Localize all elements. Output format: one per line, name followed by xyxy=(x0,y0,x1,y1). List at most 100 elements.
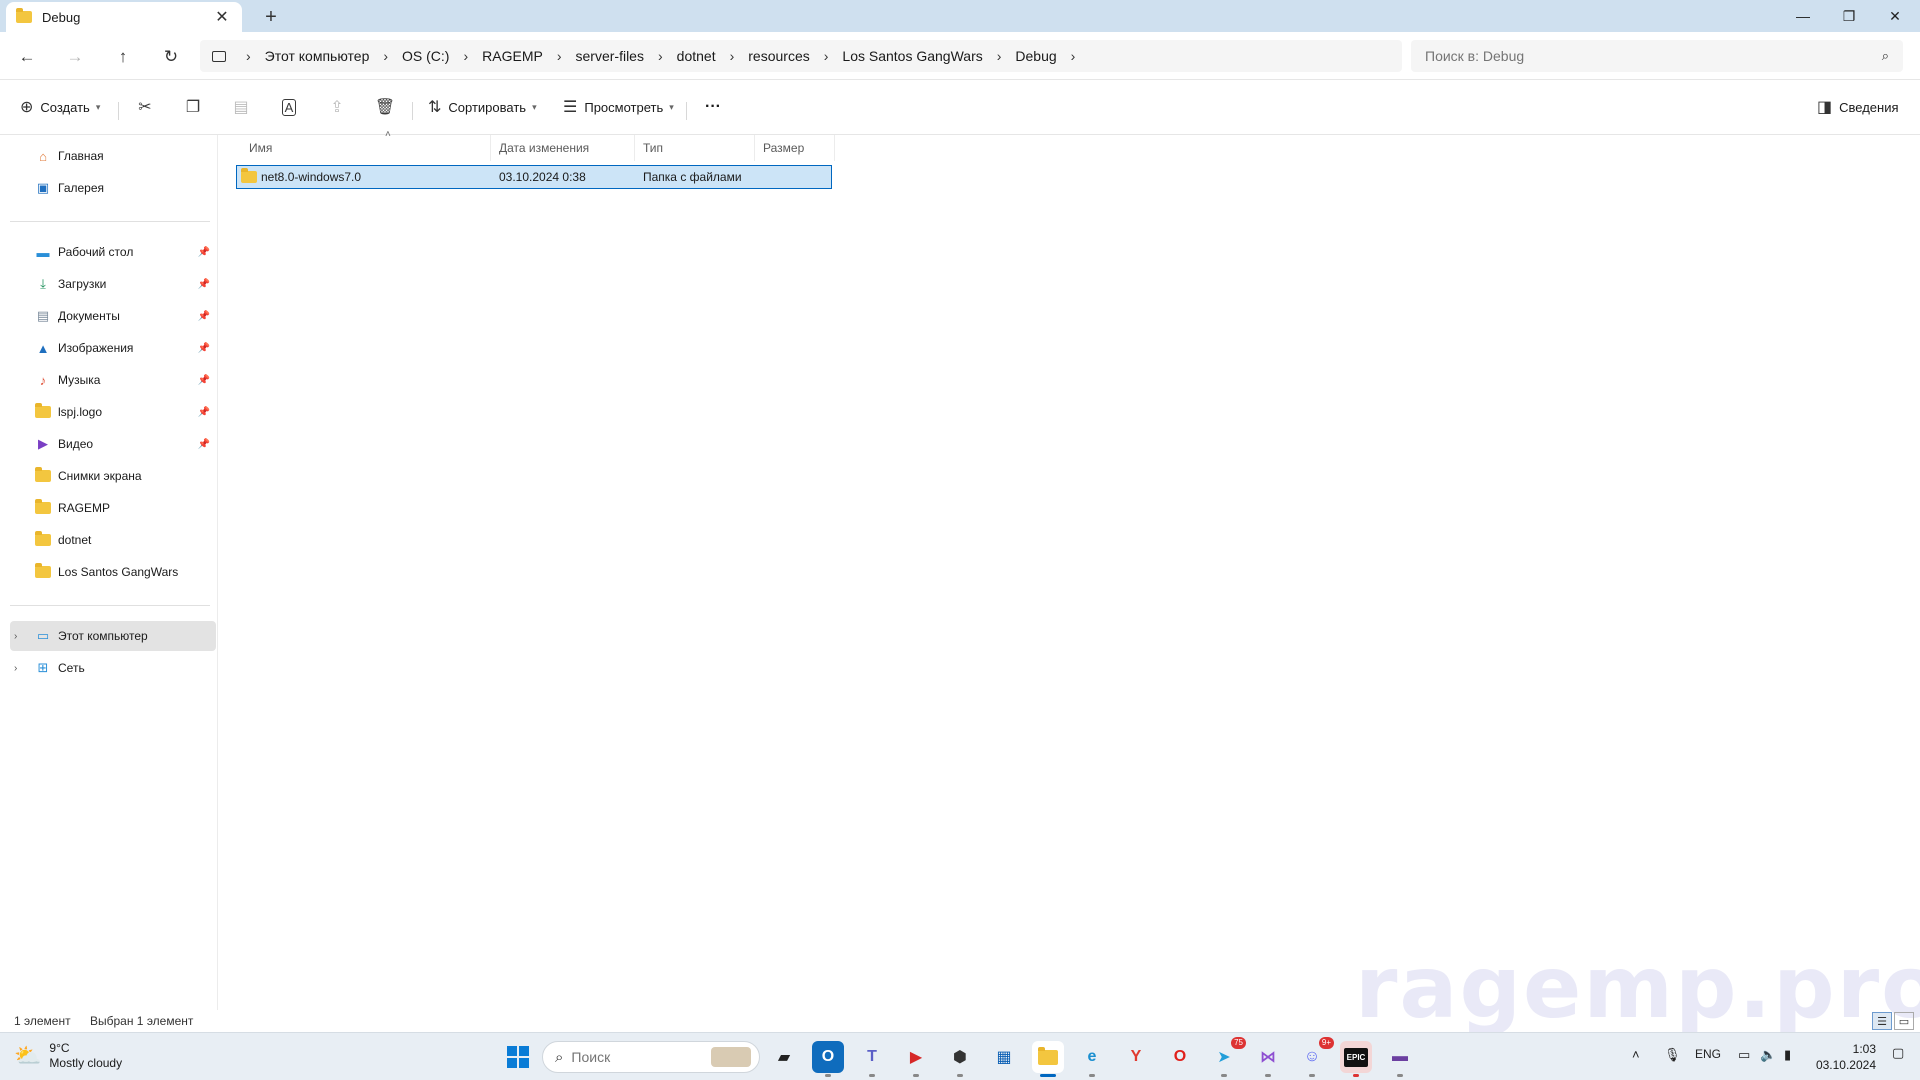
forward-button[interactable]: → xyxy=(60,42,90,72)
sidebar-item-screenshots[interactable]: Снимки экрана xyxy=(10,461,216,491)
battery-icon[interactable]: ▮ xyxy=(1784,1047,1791,1063)
rename-button[interactable]: A xyxy=(274,92,304,122)
chevron-right-icon[interactable]: › xyxy=(455,48,476,64)
search-input[interactable] xyxy=(1425,48,1882,64)
chevron-right-icon[interactable]: › xyxy=(722,48,743,64)
notification-icon[interactable]: ▢ xyxy=(1892,1045,1904,1061)
pin-icon[interactable]: 📌 xyxy=(198,343,210,354)
chevron-right-icon[interactable]: › xyxy=(14,631,17,642)
cut-button[interactable]: ✂ xyxy=(130,92,160,122)
column-header-name[interactable]: ˄ Имя xyxy=(241,129,491,161)
sidebar-item-lspj-logo[interactable]: lspj.logo 📌 xyxy=(10,397,216,427)
sort-button[interactable]: ⇅ Сортировать ▾ xyxy=(428,92,537,122)
file-explorer-app[interactable] xyxy=(1032,1041,1064,1077)
discord-app[interactable]: ☺ 9+ xyxy=(1296,1037,1334,1077)
paste-button[interactable]: ▤ xyxy=(226,92,256,122)
pin-icon[interactable]: 📌 xyxy=(198,375,210,386)
volume-icon[interactable]: 🔈 xyxy=(1760,1047,1776,1063)
tiles-view-button[interactable]: ▭ xyxy=(1894,1012,1914,1030)
pin-icon[interactable]: 📌 xyxy=(198,247,210,258)
restore-button[interactable]: ❐ xyxy=(1826,0,1872,32)
outlook-app[interactable]: O xyxy=(812,1041,844,1077)
chevron-up-icon[interactable]: ˄ xyxy=(1632,1047,1640,1062)
chevron-right-icon[interactable]: › xyxy=(375,48,396,64)
chevron-right-icon[interactable]: › xyxy=(549,48,570,64)
chevron-right-icon[interactable]: › xyxy=(14,663,17,674)
sidebar-item-downloads[interactable]: ⤓ Загрузки 📌 xyxy=(10,269,216,299)
weather-widget[interactable]: ⛅ 9°C Mostly cloudy xyxy=(14,1041,122,1071)
edge-app[interactable]: e xyxy=(1076,1041,1108,1077)
yandex-app[interactable]: Y xyxy=(1120,1041,1152,1073)
terminal-app[interactable]: ▬ xyxy=(1384,1041,1416,1077)
media-player-app[interactable]: ▶ xyxy=(900,1041,932,1077)
address-bar[interactable]: › Этот компьютер › OS (C:) › RAGEMP › se… xyxy=(200,40,1402,72)
taskbar-search-input[interactable] xyxy=(571,1049,682,1065)
delete-button[interactable]: 🗑 xyxy=(370,92,400,122)
sidebar-item-gallery[interactable]: ▣ Галерея xyxy=(10,173,216,203)
pin-icon[interactable]: 📌 xyxy=(198,279,210,290)
sidebar-item-network[interactable]: › ⊞ Сеть xyxy=(10,653,216,683)
visual-studio-app[interactable]: ⋈ xyxy=(1252,1041,1284,1077)
breadcrumb-ragemp[interactable]: RAGEMP xyxy=(476,48,549,64)
pin-icon[interactable]: 📌 xyxy=(198,439,210,450)
up-button[interactable]: ↑ xyxy=(108,42,138,72)
start-button[interactable] xyxy=(502,1041,534,1073)
microphone-icon[interactable]: 🎙 xyxy=(1664,1047,1681,1063)
chevron-right-icon[interactable]: › xyxy=(816,48,837,64)
task-view-button[interactable]: ▰ xyxy=(768,1041,800,1073)
teams-app[interactable]: T xyxy=(856,1041,888,1077)
clock[interactable]: 1:03 03.10.2024 xyxy=(1810,1041,1876,1073)
chevron-right-icon[interactable]: › xyxy=(1063,48,1084,64)
unity-app[interactable]: ⬢ xyxy=(944,1041,976,1077)
sidebar-item-music[interactable]: ♪ Музыка 📌 xyxy=(10,365,216,395)
store-app[interactable]: ▦ xyxy=(988,1041,1020,1073)
sidebar-item-videos[interactable]: ▶ Видео 📌 xyxy=(10,429,216,459)
minimize-button[interactable]: — xyxy=(1780,0,1826,32)
breadcrumb-resources[interactable]: resources xyxy=(742,48,815,64)
search-icon[interactable]: ⌕ xyxy=(1882,48,1889,64)
view-button[interactable]: ☰ Просмотреть ▾ xyxy=(563,92,674,122)
tab-debug[interactable]: Debug ✕ xyxy=(6,2,242,32)
pin-icon[interactable]: 📌 xyxy=(198,311,210,322)
column-header-date[interactable]: Дата изменения xyxy=(491,135,635,161)
file-row[interactable]: net8.0-windows7.0 03.10.2024 0:38 Папка … xyxy=(236,165,832,189)
language-indicator[interactable]: ENG xyxy=(1695,1047,1721,1061)
chevron-right-icon[interactable]: › xyxy=(238,48,259,64)
search-box[interactable]: ⌕ xyxy=(1411,40,1903,72)
sidebar-item-pictures[interactable]: ▲ Изображения 📌 xyxy=(10,333,216,363)
details-button[interactable]: ◨ Сведения xyxy=(1817,92,1899,122)
breadcrumb-debug[interactable]: Debug xyxy=(1009,48,1062,64)
breadcrumb-this-pc[interactable]: Этот компьютер xyxy=(259,48,376,64)
sidebar-item-documents[interactable]: ▤ Документы 📌 xyxy=(10,301,216,331)
sidebar-item-ragemp[interactable]: RAGEMP xyxy=(10,493,216,523)
chevron-right-icon[interactable]: › xyxy=(989,48,1010,64)
column-header-type[interactable]: Тип xyxy=(635,135,755,161)
back-button[interactable]: ← xyxy=(12,42,42,72)
network-status-icon[interactable]: ▭ xyxy=(1738,1047,1750,1063)
epic-games-app[interactable]: EPIC xyxy=(1340,1041,1372,1077)
chevron-right-icon[interactable]: › xyxy=(650,48,671,64)
column-header-size[interactable]: Размер xyxy=(755,135,835,161)
sidebar-item-this-pc[interactable]: › ▭ Этот компьютер xyxy=(10,621,216,651)
share-button[interactable]: ⇪ xyxy=(322,92,352,122)
opera-app[interactable]: O xyxy=(1164,1041,1196,1073)
sidebar-item-dotnet[interactable]: dotnet xyxy=(10,525,216,555)
sidebar-item-desktop[interactable]: ▬ Рабочий стол 📌 xyxy=(10,237,216,267)
tab-close-icon[interactable]: ✕ xyxy=(212,7,232,27)
close-button[interactable]: ✕ xyxy=(1872,0,1918,32)
telegram-app[interactable]: ➤ 75 xyxy=(1208,1037,1246,1077)
breadcrumb-drive-c[interactable]: OS (C:) xyxy=(396,48,455,64)
breadcrumb-server-files[interactable]: server-files xyxy=(570,48,650,64)
new-tab-button[interactable]: + xyxy=(258,4,284,30)
sidebar-item-home[interactable]: ⌂ Главная xyxy=(10,141,216,171)
more-options-button[interactable]: ··· xyxy=(705,92,721,122)
details-view-button[interactable]: ☰ xyxy=(1872,1012,1892,1030)
breadcrumb-los-santos-gangwars[interactable]: Los Santos GangWars xyxy=(836,48,988,64)
breadcrumb-dotnet[interactable]: dotnet xyxy=(671,48,722,64)
copy-button[interactable]: ❐ xyxy=(178,92,208,122)
pin-icon[interactable]: 📌 xyxy=(198,407,210,418)
refresh-button[interactable]: ↻ xyxy=(156,42,186,72)
sidebar-item-los-santos-gangwars[interactable]: Los Santos GangWars xyxy=(10,557,216,587)
create-button[interactable]: ⊕ Создать ▾ xyxy=(20,92,100,122)
taskbar-search[interactable]: ⌕ xyxy=(542,1041,760,1073)
